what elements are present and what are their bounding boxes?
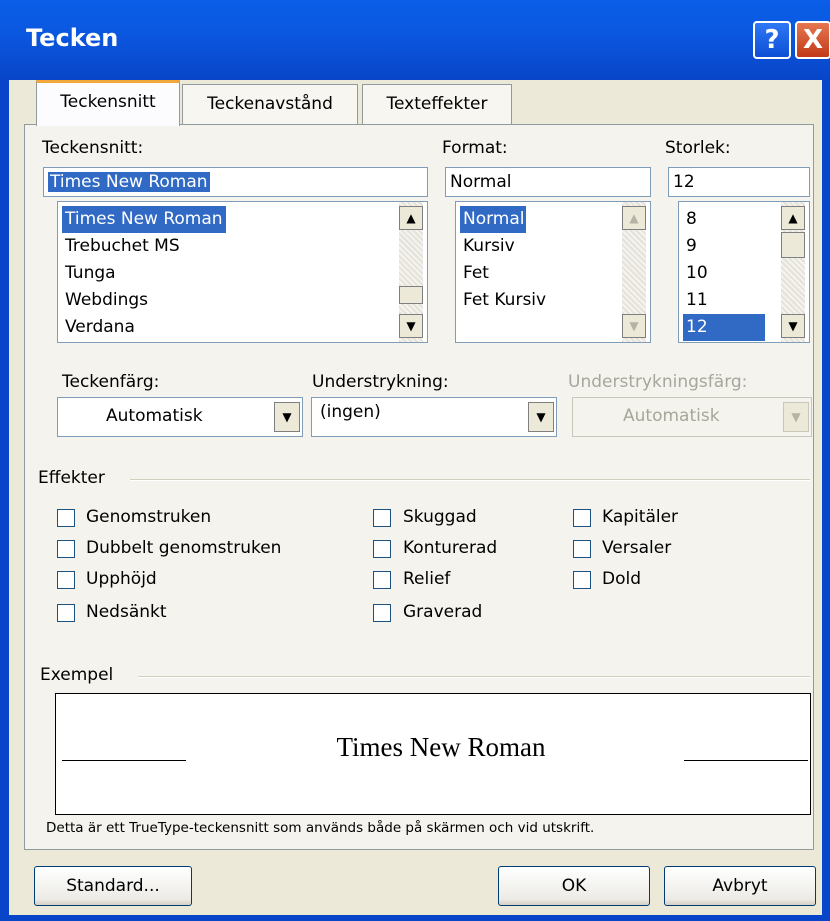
- checkbox-nedsankt[interactable]: [57, 604, 75, 622]
- scroll-thumb[interactable]: [399, 286, 423, 304]
- tab-texteffekter[interactable]: Texteffekter: [362, 84, 512, 124]
- checkbox-label[interactable]: Skuggad: [403, 507, 477, 527]
- font-list-item[interactable]: Trebuchet MS: [62, 233, 183, 260]
- size-list-item[interactable]: 12: [683, 314, 765, 341]
- format-label: Format:: [442, 138, 508, 158]
- format-input[interactable]: Normal: [445, 167, 651, 197]
- default-button[interactable]: Standard...: [34, 866, 192, 906]
- size-list-item[interactable]: 9: [683, 233, 700, 260]
- underline-value: (ingen): [320, 402, 381, 422]
- underline-color-value: Automatisk: [623, 406, 720, 426]
- format-list-scrollbar[interactable]: ▲ ▼: [622, 202, 646, 342]
- font-color-label: Teckenfärg:: [62, 372, 160, 392]
- font-list-item[interactable]: Times New Roman: [62, 206, 226, 233]
- underline-label: Understrykning:: [312, 372, 449, 392]
- underline-color-select: Automatisk ▼: [572, 397, 812, 437]
- format-list-item[interactable]: Normal: [460, 206, 526, 233]
- checkbox-dubbelt-genomstruken[interactable]: [57, 540, 75, 558]
- font-list-item[interactable]: Verdana: [62, 314, 138, 341]
- checkbox-versaler[interactable]: [573, 540, 591, 558]
- window-frame-left: [0, 80, 9, 921]
- checkbox-label[interactable]: Relief: [403, 569, 450, 589]
- preview-divider: [138, 676, 810, 678]
- checkbox-kapitaler[interactable]: [573, 509, 591, 527]
- preview-group-label: Exempel: [40, 665, 114, 685]
- size-list[interactable]: 8 9 10 11 12 ▲ ▼: [678, 201, 810, 343]
- checkbox-genomstruken[interactable]: [57, 509, 75, 527]
- checkbox-label[interactable]: Upphöjd: [86, 569, 157, 589]
- format-list-item[interactable]: Fet Kursiv: [460, 287, 549, 314]
- scroll-thumb[interactable]: [781, 232, 805, 258]
- help-button[interactable]: ?: [753, 21, 791, 59]
- font-list-scrollbar[interactable]: ▲ ▼: [399, 202, 423, 342]
- size-list-item[interactable]: 11: [683, 287, 711, 314]
- checkbox-label[interactable]: Kapitäler: [602, 507, 678, 527]
- window-title: Tecken: [26, 24, 119, 52]
- size-label: Storlek:: [665, 138, 731, 158]
- preview-line-left: [62, 760, 186, 761]
- preview-text: Times New Roman: [336, 732, 546, 762]
- font-list-item[interactable]: Tunga: [62, 260, 119, 287]
- size-list-item[interactable]: 8: [683, 206, 700, 233]
- checkbox-relief[interactable]: [373, 571, 391, 589]
- scroll-up-icon[interactable]: ▲: [781, 206, 805, 230]
- scroll-down-icon[interactable]: ▼: [781, 314, 805, 338]
- effects-divider: [130, 479, 810, 481]
- underline-select[interactable]: (ingen) ▼: [311, 397, 557, 437]
- checkbox-upphojd[interactable]: [57, 571, 75, 589]
- preview-box: Times New Roman: [55, 693, 811, 815]
- format-list[interactable]: Normal Kursiv Fet Fet Kursiv ▲ ▼: [455, 201, 651, 343]
- font-list-item[interactable]: Webdings: [62, 287, 151, 314]
- window-frame-bottom: [0, 915, 830, 921]
- checkbox-label[interactable]: Konturerad: [403, 538, 497, 558]
- size-list-item[interactable]: 10: [683, 260, 711, 287]
- checkbox-label[interactable]: Dubbelt genomstruken: [86, 538, 281, 558]
- underline-color-label: Understrykningsfärg:: [568, 372, 748, 392]
- font-input-value: Times New Roman: [48, 172, 210, 192]
- font-label: Teckensnitt:: [42, 138, 144, 158]
- ok-button[interactable]: OK: [498, 866, 650, 906]
- window-frame-right: [822, 80, 830, 921]
- font-list[interactable]: Times New Roman Trebuchet MS Tunga Webdi…: [57, 201, 428, 343]
- tab-teckensnitt[interactable]: Teckensnitt: [36, 80, 180, 126]
- font-type-note: Detta är ett TrueType-teckensnitt som an…: [46, 820, 595, 836]
- checkbox-label[interactable]: Graverad: [403, 602, 482, 622]
- scroll-up-icon[interactable]: ▲: [399, 206, 423, 230]
- scroll-down-icon[interactable]: ▼: [399, 314, 423, 338]
- title-bar[interactable]: [0, 0, 830, 80]
- font-input[interactable]: Times New Roman: [43, 167, 428, 197]
- scroll-down-icon[interactable]: ▼: [622, 314, 646, 338]
- chevron-down-icon[interactable]: ▼: [274, 402, 300, 432]
- checkbox-skuggad[interactable]: [373, 509, 391, 527]
- scroll-up-icon[interactable]: ▲: [622, 206, 646, 230]
- checkbox-graverad[interactable]: [373, 604, 391, 622]
- size-input[interactable]: 12: [668, 167, 810, 197]
- checkbox-label[interactable]: Genomstruken: [86, 507, 211, 527]
- checkbox-dold[interactable]: [573, 571, 591, 589]
- checkbox-label[interactable]: Nedsänkt: [86, 602, 167, 622]
- size-list-scrollbar[interactable]: ▲ ▼: [781, 202, 805, 342]
- format-list-item[interactable]: Kursiv: [460, 233, 518, 260]
- preview-line-right: [684, 760, 808, 761]
- checkbox-konturerad[interactable]: [373, 540, 391, 558]
- chevron-down-icon[interactable]: ▼: [528, 402, 554, 432]
- checkbox-label[interactable]: Dold: [602, 569, 641, 589]
- tab-teckenavstand[interactable]: Teckenavstånd: [182, 84, 358, 124]
- font-color-value: Automatisk: [106, 406, 203, 426]
- font-color-select[interactable]: Automatisk ▼: [57, 397, 303, 437]
- close-button[interactable]: X: [795, 21, 830, 59]
- chevron-down-icon: ▼: [783, 402, 809, 432]
- cancel-button[interactable]: Avbryt: [664, 866, 816, 906]
- effects-group-label: Effekter: [38, 468, 105, 488]
- format-list-item[interactable]: Fet: [460, 260, 492, 287]
- checkbox-label[interactable]: Versaler: [602, 538, 671, 558]
